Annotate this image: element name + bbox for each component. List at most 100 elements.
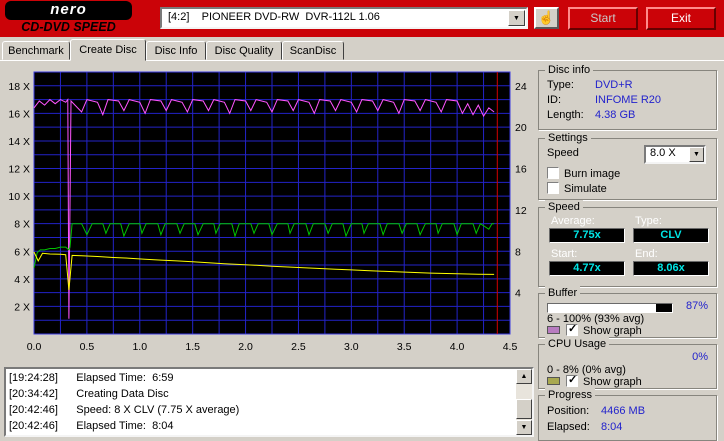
disc-info-group: Disc info Type: DVD+R ID: INFOME R20 Len… [538, 63, 717, 130]
app-header: nero CD-DVD SPEED [4:2] PIONEER DVD-RW D… [0, 0, 724, 37]
disc-id-value: INFOME R20 [595, 94, 662, 106]
start-button[interactable]: Start [568, 7, 638, 30]
cpu-show-graph-label: Show graph [583, 376, 642, 388]
svg-text:2 X: 2 X [14, 301, 30, 313]
burn-image-checkbox[interactable] [547, 167, 559, 179]
average-label: Average: [551, 215, 595, 227]
group-title: CPU Usage [545, 337, 610, 351]
log-line: [20:42:46] Elapsed Time: 8:04 [9, 420, 174, 432]
log-lines: [19:24:28] Elapsed Time: 6:59 [20:34:42]… [9, 370, 514, 434]
cd-dvd-speed-logo: CD-DVD SPEED [21, 20, 116, 34]
svg-text:24: 24 [515, 81, 527, 93]
disc-type-label: Type: [547, 79, 574, 91]
svg-text:3.0: 3.0 [344, 341, 359, 353]
tab-benchmark[interactable]: Benchmark [2, 41, 70, 60]
svg-text:16 X: 16 X [8, 108, 30, 120]
group-title: Buffer [545, 286, 581, 300]
scroll-down-icon[interactable]: ▼ [516, 420, 532, 435]
eject-tool-button[interactable]: ☝ [534, 7, 559, 29]
start-label: Start: [551, 248, 578, 260]
svg-text:8 X: 8 X [14, 219, 30, 231]
hand-icon: ☝ [538, 10, 555, 25]
speed-select-value: 8.0 X [650, 147, 676, 159]
progress-group: Progress Position: 4466 MB Elapsed: 8:04 [538, 388, 717, 441]
log-line: [20:42:46] Speed: 8 X CLV (7.75 X averag… [9, 404, 240, 416]
disc-length-label: Length: [547, 109, 584, 121]
log-line: [20:34:42] Creating Data Disc [9, 388, 169, 400]
svg-text:1.0: 1.0 [132, 341, 147, 353]
svg-text:3.5: 3.5 [397, 341, 412, 353]
chevron-down-icon[interactable]: ▼ [689, 147, 704, 162]
svg-text:16: 16 [515, 164, 527, 176]
end-label: End: [635, 248, 658, 260]
simulate-checkbox[interactable] [547, 182, 559, 194]
tab-create-disc[interactable]: Create Disc [70, 39, 146, 61]
svg-text:4: 4 [515, 288, 521, 300]
write-type-value: CLV [633, 228, 709, 243]
svg-text:10 X: 10 X [8, 191, 30, 203]
scroll-up-icon[interactable]: ▲ [516, 369, 532, 384]
svg-text:12: 12 [515, 205, 527, 217]
tab-disc-info[interactable]: Disc Info [146, 41, 206, 60]
elapsed-value: 8:04 [601, 421, 623, 433]
svg-text:2.5: 2.5 [291, 341, 306, 353]
svg-text:14 X: 14 X [8, 136, 30, 148]
buffer-group: Buffer 87% 6 - 100% (93% avg) ✓ Show grap… [538, 286, 717, 338]
elapsed-label: Elapsed: [547, 421, 590, 433]
log-line: [19:24:28] Elapsed Time: 6:59 [9, 372, 174, 384]
buffer-percent: 87% [685, 300, 708, 312]
position-label: Position: [547, 405, 590, 417]
tab-disc-quality[interactable]: Disc Quality [206, 41, 282, 60]
svg-text:2.0: 2.0 [238, 341, 253, 353]
svg-text:0.5: 0.5 [80, 341, 95, 353]
svg-text:0.0: 0.0 [27, 341, 42, 353]
group-title: Settings [545, 131, 591, 145]
svg-text:8: 8 [515, 246, 521, 258]
buffer-show-graph-checkbox[interactable]: ✓ [566, 323, 578, 336]
disc-type-value: DVD+R [595, 79, 633, 91]
disc-id-label: ID: [547, 94, 562, 106]
position-value: 4466 MB [601, 405, 646, 417]
svg-text:4 X: 4 X [14, 274, 30, 286]
group-title: Speed [545, 200, 583, 214]
average-speed-value: 7.75x [549, 228, 625, 243]
nero-logo: nero [5, 1, 132, 20]
chevron-down-icon[interactable]: ▼ [508, 10, 525, 26]
buffer-show-graph-label: Show graph [583, 325, 642, 337]
log-scrollbar[interactable]: ▲ ▼ [516, 369, 532, 435]
end-speed-value: 8.06x [633, 261, 709, 276]
disc-length-value: 4.38 GB [595, 109, 636, 121]
tab-bar: Benchmark Create Disc Disc Info Disc Qua… [0, 39, 724, 61]
svg-text:1.5: 1.5 [185, 341, 200, 353]
speed-select[interactable]: 8.0 X ▼ [644, 145, 706, 164]
cpu-percent: 0% [692, 351, 708, 363]
buffer-bar-fill [548, 304, 656, 312]
svg-text:18 X: 18 X [8, 81, 30, 93]
group-title: Progress [545, 388, 596, 402]
burn-image-label: Burn image [564, 168, 621, 180]
svg-text:4.0: 4.0 [450, 341, 465, 353]
speed-label: Speed [547, 147, 579, 159]
svg-text:20: 20 [515, 122, 527, 134]
buffer-bar [547, 303, 673, 313]
drive-select-value: [4:2] PIONEER DVD-RW DVR-112L 1.06 [168, 11, 380, 23]
drive-select[interactable]: [4:2] PIONEER DVD-RW DVR-112L 1.06 ▼ [160, 7, 528, 29]
cpu-show-graph-checkbox[interactable]: ✓ [566, 374, 578, 387]
cpu-color-swatch [547, 377, 560, 385]
exit-button[interactable]: Exit [646, 7, 716, 30]
speed-group: Speed Average: Type: 7.75x CLV Start: En… [538, 200, 717, 287]
burn-speed-chart: 2 X 4 X 6 X 8 X 10 X 12 X 14 X 16 X 18 X 4 8 12 16 20… [2, 64, 534, 364]
settings-group: Settings Speed 8.0 X ▼ Burn image Simula… [538, 131, 717, 200]
simulate-label: Simulate [564, 183, 607, 195]
start-speed-value: 4.77x [549, 261, 625, 276]
event-log[interactable]: [19:24:28] Elapsed Time: 6:59 [20:34:42]… [4, 367, 534, 437]
scrollbar-thumb[interactable] [516, 399, 532, 419]
group-title: Disc info [545, 63, 594, 77]
chart-canvas: 2 X 4 X 6 X 8 X 10 X 12 X 14 X 16 X 18 X 4 8 12 16 20… [8, 71, 527, 353]
type-label: Type: [635, 215, 662, 227]
cpu-usage-group: CPU Usage 0% 0 - 8% (0% avg) ✓ Show graph [538, 337, 717, 389]
svg-text:12 X: 12 X [8, 164, 30, 176]
tab-scandisc[interactable]: ScanDisc [282, 41, 344, 60]
buffer-color-swatch [547, 326, 560, 334]
svg-text:6 X: 6 X [14, 246, 30, 258]
